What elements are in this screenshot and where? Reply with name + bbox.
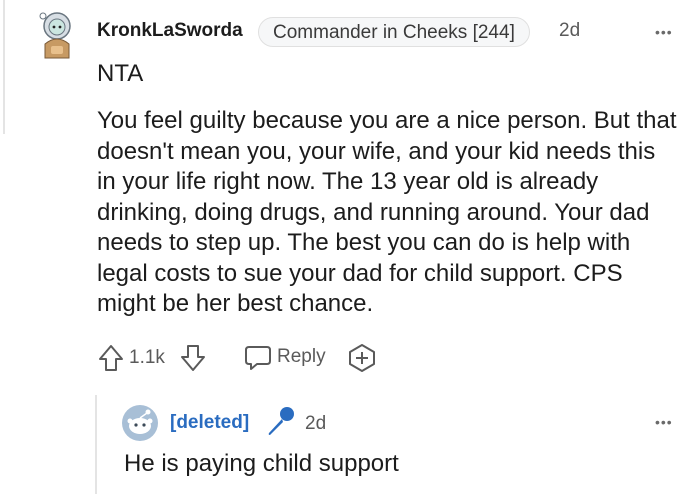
comment-timestamp: 2d [559,20,581,41]
microphone-icon [268,407,294,435]
avatar-icon[interactable] [33,8,81,60]
downvote-icon[interactable] [179,343,207,373]
reply-timestamp: 2d [305,413,327,434]
comment-action-bar: 1.1k Reply [97,341,497,375]
comment-author[interactable]: KronkLaSworda [97,20,243,42]
user-flair: Commander in Cheeks [244] [258,17,530,47]
reply-more-options[interactable]: ••• [655,414,673,430]
comment-body: You feel guilty because you are a nice p… [97,107,677,317]
vote-score: 1.1k [129,347,165,368]
reply-button[interactable]: Reply [277,346,326,368]
comment-more-options[interactable]: ••• [655,24,673,40]
reply-author: [deleted] [170,412,250,433]
upvote-icon[interactable] [97,343,125,373]
nested-thread-line [95,395,97,494]
reply-body: He is paying child support [124,450,399,477]
reply-icon[interactable] [243,344,273,372]
deleted-avatar-icon [122,405,158,441]
award-icon[interactable] [347,343,377,373]
thread-line [3,0,5,134]
comment-verdict: NTA [97,60,144,87]
